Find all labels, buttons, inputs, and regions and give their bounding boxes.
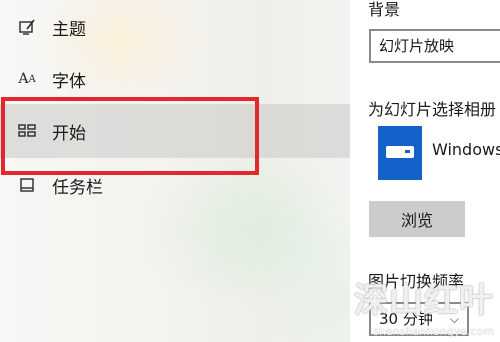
album-app-name[interactable]: Windows xyxy=(432,140,500,159)
theme-brush-icon xyxy=(16,16,38,38)
nav-item-label: 字体 xyxy=(52,71,86,92)
nav-item-label: 任务栏 xyxy=(52,177,103,198)
nav-item-font[interactable]: AA 字体 xyxy=(0,52,350,106)
nav-item-start[interactable]: 开始 xyxy=(0,104,350,158)
nav-item-theme[interactable]: 主题 xyxy=(0,0,350,54)
app-tile-icon xyxy=(378,126,422,180)
nav-item-label: 开始 xyxy=(52,123,86,144)
nav-item-taskbar[interactable]: 任务栏 xyxy=(0,158,350,212)
settings-nav-pane: 主题 AA 字体 开始 任务栏 xyxy=(0,0,350,342)
browse-button[interactable]: 浏览 xyxy=(369,201,465,237)
background-title: 背景 xyxy=(368,0,401,19)
settings-content-pane: 背景 幻灯片放映 为幻灯片选择相册 Windows 浏览 图片切换频率 30 分… xyxy=(350,0,500,342)
nav-item-label: 主题 xyxy=(52,19,86,40)
album-app-picker[interactable] xyxy=(378,126,422,180)
watermark-text: 深山红叶 xyxy=(354,281,494,321)
watermark-url: shenshanhongye.com xyxy=(373,325,494,338)
start-icon xyxy=(16,120,38,142)
album-title: 为幻灯片选择相册 xyxy=(368,100,497,119)
taskbar-icon xyxy=(16,174,38,196)
font-icon: AA xyxy=(18,71,36,87)
background-dropdown[interactable]: 幻灯片放映 xyxy=(369,29,500,63)
